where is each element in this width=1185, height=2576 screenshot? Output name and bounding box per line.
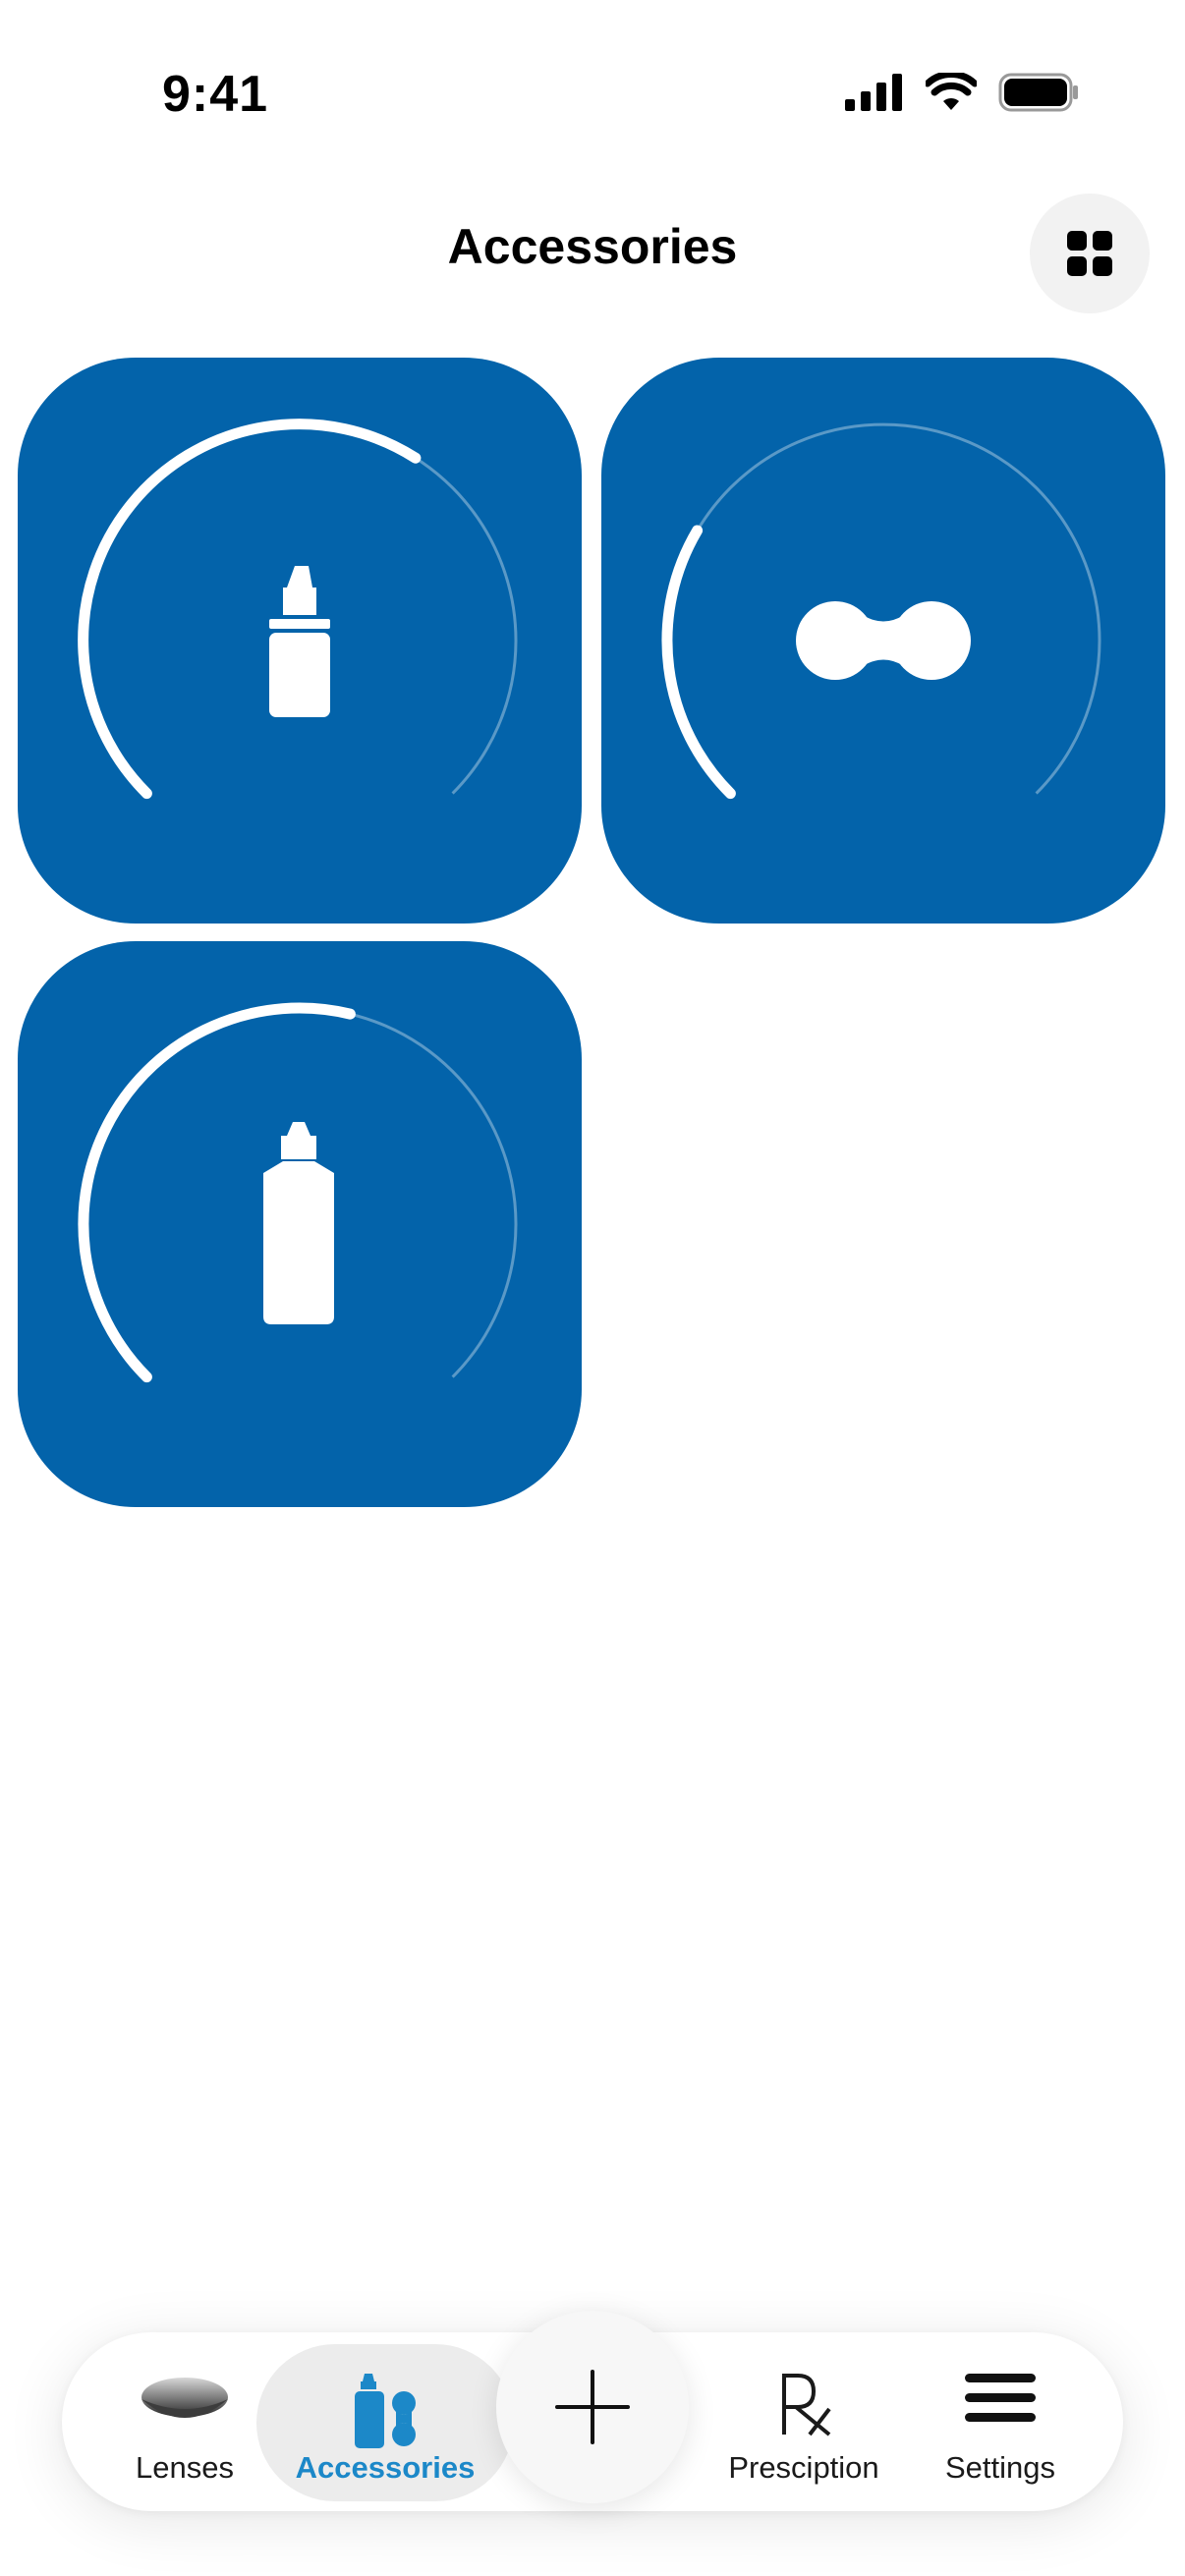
tile-graphic xyxy=(78,1002,518,1383)
page-title: Accessories xyxy=(447,219,738,274)
accessory-tile-solution-bottle[interactable] xyxy=(18,941,582,1507)
accessories-icon xyxy=(355,2374,416,2448)
layout-toggle-button[interactable] xyxy=(1030,194,1150,313)
eye-drops-icon xyxy=(269,566,330,717)
status-time: 9:41 xyxy=(162,66,269,123)
tab-settings[interactable]: Settings xyxy=(917,2332,1084,2511)
tab-label: Presciption xyxy=(728,2450,879,2485)
status-icons xyxy=(845,73,1079,112)
solution-bottle-icon xyxy=(263,1122,334,1324)
tab-lenses[interactable]: Lenses xyxy=(101,2332,268,2511)
signal-icon xyxy=(845,74,902,111)
plus-icon xyxy=(555,2370,630,2444)
tab-label: Settings xyxy=(944,2450,1055,2485)
status-bar: 9:41 xyxy=(0,0,1185,187)
tab-label: Accessories xyxy=(295,2450,476,2485)
lens-icon xyxy=(141,2378,228,2418)
lens-case-icon xyxy=(796,601,971,680)
tile-graphic xyxy=(78,419,518,800)
tab-label: Lenses xyxy=(136,2450,234,2485)
rx-icon xyxy=(782,2374,831,2436)
hamburger-icon xyxy=(965,2374,1036,2422)
progress-ring-fill xyxy=(661,525,736,800)
progress-ring-fill xyxy=(78,419,422,800)
progress-ring-track xyxy=(665,422,1101,795)
tile-graphic xyxy=(661,422,1101,800)
accessory-tile-eye-drops[interactable] xyxy=(18,358,582,924)
tab-prescription[interactable]: Presciption xyxy=(705,2332,902,2511)
tab-accessories[interactable]: Accessories xyxy=(256,2344,514,2501)
battery-icon xyxy=(998,73,1078,112)
add-button[interactable] xyxy=(496,2311,689,2503)
accessory-tile-lens-case[interactable] xyxy=(601,358,1165,924)
grid-icon xyxy=(1067,231,1112,276)
wifi-icon xyxy=(926,73,977,110)
